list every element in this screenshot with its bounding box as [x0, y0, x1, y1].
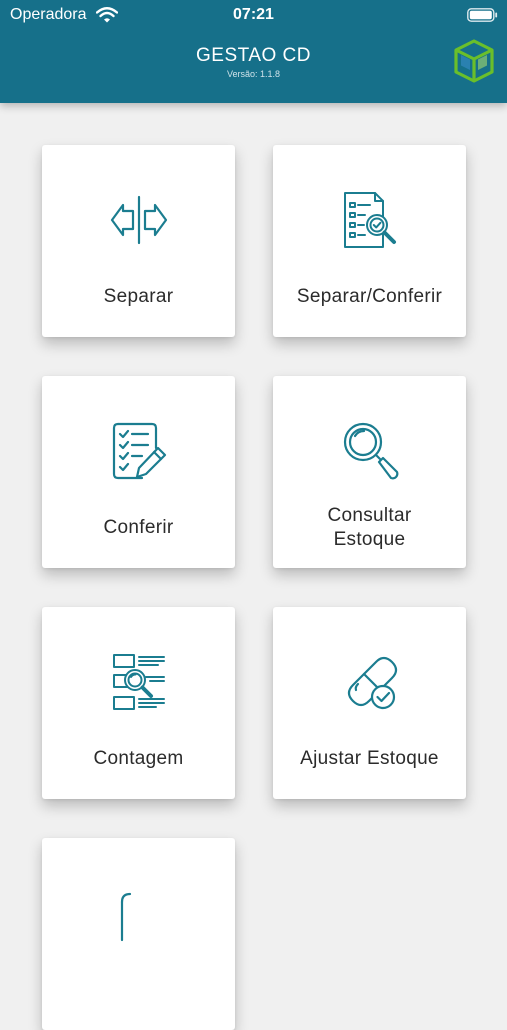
app-version: Versão: 1.1.8: [226, 69, 281, 79]
menu-tile-ajustar-estoque[interactable]: Ajustar Estoque: [273, 607, 466, 799]
menu-label-consultar-line2: Estoque: [333, 529, 406, 550]
menu-label-contagem: Contagem: [93, 748, 184, 769]
menu-label-consultar-estoque: Consultar Estoque: [273, 504, 466, 552]
status-bar: Operadora 07:21: [0, 0, 507, 30]
app-header: Operadora 07:21 GESTAO CD Versão: 1.1.8: [0, 0, 507, 103]
document-icon: [120, 892, 132, 942]
menu-tile-contagem[interactable]: Contagem: [42, 607, 235, 799]
menu-tile-separar[interactable]: Separar: [42, 145, 235, 337]
menu-label-consultar-line1: Consultar: [327, 505, 412, 526]
menu-tile-conferir[interactable]: Conferir: [42, 376, 235, 568]
split-arrows-icon: [110, 195, 168, 245]
status-time: 07:21: [233, 6, 274, 23]
checklist-pencil-icon: [112, 422, 167, 480]
menu-tile-partial[interactable]: [42, 838, 235, 1030]
menu-label-separar: Separar: [103, 286, 174, 307]
document-search-icon: [344, 192, 396, 248]
menu-label-conferir: Conferir: [103, 517, 174, 538]
menu-label-ajustar-estoque: Ajustar Estoque: [300, 748, 439, 769]
app-title: GESTAO CD: [196, 45, 311, 66]
menu-tile-separar-conferir[interactable]: Separar/Conferir: [273, 145, 466, 337]
capsule-check-icon: [347, 656, 398, 710]
magnifier-icon: [343, 422, 399, 480]
menu-label-separar-conferir: Separar/Conferir: [296, 286, 443, 307]
logo-box-icon: [454, 39, 494, 83]
menu-grid: Separar Separar/Conferir Conferir Consul…: [0, 0, 507, 1030]
menu-tile-consultar-estoque[interactable]: Consultar Estoque: [273, 376, 466, 568]
list-magnifier-icon: [113, 654, 165, 710]
battery-icon: [467, 8, 498, 22]
